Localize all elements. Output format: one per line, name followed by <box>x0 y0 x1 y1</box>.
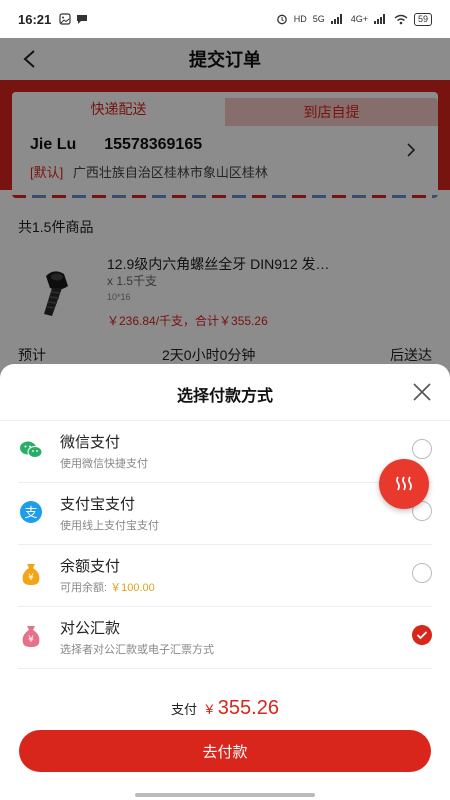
status-notification-icons <box>59 13 88 25</box>
balance-bag-icon: ¥ <box>22 564 40 585</box>
heat-waves-icon <box>396 476 412 491</box>
payment-desc: 选择者对公汇款或电子汇票方式 <box>60 644 214 656</box>
total-amount: 355.26 <box>217 697 279 719</box>
radio-wechat[interactable] <box>412 439 432 459</box>
transfer-bag-icon: ¥ <box>22 626 40 647</box>
payment-option-balance[interactable]: ¥ 余额支付 可用余额: ￥100.00 <box>0 545 450 607</box>
pay-now-button[interactable]: 去付款 <box>19 730 431 772</box>
payment-desc: 使用线上支付宝支付 <box>60 520 159 532</box>
close-button[interactable] <box>410 380 434 404</box>
message-icon <box>77 15 88 24</box>
signal-icon <box>330 14 342 24</box>
network-4g-label: 4G+ <box>350 14 368 24</box>
balance-amount: ￥100.00 <box>110 582 155 594</box>
svg-text:支: 支 <box>24 506 37 521</box>
status-system-icons: HD 5G 4G+ 59 <box>276 12 432 26</box>
svg-text:¥: ¥ <box>28 573 34 583</box>
status-bar: 16:21 HD 5G 4G+ 59 <box>0 0 450 38</box>
floating-assistant-button[interactable] <box>379 459 429 509</box>
status-time: 16:21 <box>18 11 52 27</box>
close-icon <box>413 383 431 401</box>
wifi-icon <box>394 14 408 24</box>
currency-symbol: ¥ <box>205 701 214 717</box>
payment-name: 微信支付 <box>60 434 121 451</box>
alarm-icon <box>276 14 287 25</box>
home-indicator[interactable] <box>135 793 315 797</box>
payment-option-corporate-transfer[interactable]: ¥ 对公汇款 选择者对公汇款或电子汇票方式 <box>0 607 450 669</box>
network-5g-label: 5G <box>312 14 325 24</box>
signal-icon-2 <box>373 14 385 24</box>
sheet-title: 选择付款方式 <box>176 388 273 405</box>
alipay-icon: 支 <box>20 501 42 523</box>
battery-icon: 59 <box>413 12 432 26</box>
checkmark-icon <box>416 631 428 640</box>
radio-balance[interactable] <box>412 563 432 583</box>
svg-text:¥: ¥ <box>28 635 34 645</box>
radio-corporate-transfer[interactable] <box>412 625 432 645</box>
payment-desc: 可用余额: ￥100.00 <box>60 579 155 595</box>
total-label: 支付 <box>171 702 198 717</box>
payment-method-sheet: 选择付款方式 微信支付 使用微信快捷支付 支 支付宝支付 使用线上支付宝支付 ¥… <box>0 364 450 800</box>
payment-name: 支付宝支付 <box>60 496 136 513</box>
payment-desc: 使用微信快捷支付 <box>60 458 148 470</box>
gallery-icon <box>59 13 71 25</box>
payment-total: 支付 ¥ 355.26 <box>0 697 450 720</box>
wechat-pay-icon <box>20 441 43 458</box>
payment-name: 余额支付 <box>60 558 121 575</box>
option-divider <box>18 668 432 669</box>
payment-name: 对公汇款 <box>60 620 121 637</box>
balance-label: 可用余额: <box>60 582 111 594</box>
hd-label: HD <box>293 14 307 24</box>
